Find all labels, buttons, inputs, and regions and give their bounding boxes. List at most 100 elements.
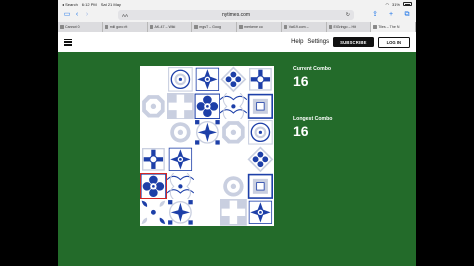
address-bar[interactable]: AA nytimes.com ↻ <box>118 10 354 20</box>
tile-cross-flower[interactable] <box>247 66 274 93</box>
empty-tile-slot <box>194 199 221 226</box>
url-text: nytimes.com <box>221 12 251 18</box>
browser-tab[interactable]: merkene co <box>237 22 282 32</box>
sidebar-icon[interactable]: ▭ <box>62 10 72 20</box>
browser-tab[interactable]: mill goro rit <box>103 22 148 32</box>
tile-flower-diamond[interactable] <box>247 145 274 173</box>
tile-pattern-icon <box>220 92 248 120</box>
browser-screen: ◂ Search 6:12 PM Sat 21 May ◠ 31% ▭ ‹ › … <box>58 0 416 266</box>
forward-icon[interactable]: › <box>82 10 92 20</box>
tile-pattern-icon <box>247 172 274 200</box>
menu-icon[interactable] <box>64 38 72 46</box>
wifi-icon: ◠ <box>385 1 389 7</box>
tile-pattern-icon <box>166 92 194 120</box>
tab-label: Vat19.com – <box>288 25 309 29</box>
new-tab-icon[interactable]: + <box>386 10 396 20</box>
battery-icon <box>403 2 412 6</box>
tab-label: mill goro rit <box>109 25 128 29</box>
tab-label: merkene co <box>244 25 263 29</box>
tile-pattern-icon <box>193 92 221 120</box>
tile-scallop-lattice[interactable] <box>166 172 194 200</box>
tile-cross-medallion[interactable] <box>166 199 194 226</box>
tile-grey-ring[interactable] <box>166 119 194 146</box>
status-bar: ◂ Search 6:12 PM Sat 21 May ◠ 31% <box>58 0 416 8</box>
favicon-icon <box>239 25 243 29</box>
favicon-icon <box>328 25 332 29</box>
share-icon[interactable]: ⇪ <box>370 10 380 20</box>
tile-pattern-icon <box>166 119 194 146</box>
longest-combo-value: 16 <box>293 123 309 139</box>
tile-pattern-icon <box>140 199 167 226</box>
tile-pattern-icon <box>193 66 221 93</box>
help-link[interactable]: Help <box>291 39 303 45</box>
tile-pattern-icon <box>247 119 274 146</box>
tile-pattern-icon <box>220 119 248 146</box>
tile-pattern-icon <box>166 145 194 173</box>
subscribe-button[interactable]: SUBSCRIBE <box>333 37 374 47</box>
tile-pattern-icon <box>247 66 274 93</box>
longest-combo-label: Longest Combo <box>293 116 333 122</box>
tile-scallop-lattice[interactable] <box>220 92 248 120</box>
tile-white-cross[interactable] <box>166 92 194 120</box>
tile-pattern-icon <box>220 172 248 200</box>
empty-tile-slot <box>194 146 221 173</box>
nyt-header: Help Settings SUBSCRIBE LOG IN <box>58 32 416 52</box>
tile-ring-grid[interactable] <box>166 66 194 93</box>
tab-label: mgsT – Goog <box>199 25 221 29</box>
browser-tab[interactable]: Vat19.com – <box>282 22 327 32</box>
settings-link[interactable]: Settings <box>307 39 329 45</box>
status-date: Sat 21 May <box>100 1 121 7</box>
empty-tile-slot <box>140 66 167 93</box>
tile-flower-diamond[interactable] <box>220 66 248 93</box>
tile-pattern-icon <box>193 119 221 146</box>
favicon-icon <box>104 25 109 29</box>
tile-dark-quatrefoil[interactable] <box>193 92 221 120</box>
browser-tab[interactable]: Cannot 0 <box>58 22 103 32</box>
tile-pattern-icon <box>220 66 248 93</box>
tile-star-medallion[interactable] <box>247 199 274 226</box>
tile-pattern-icon <box>247 145 274 173</box>
tile-star-medallion[interactable] <box>166 145 194 173</box>
login-button[interactable]: LOG IN <box>377 36 410 48</box>
favicon-icon <box>149 25 153 29</box>
tile-grey-octagon[interactable] <box>140 92 167 120</box>
tile-pattern-icon <box>247 92 274 120</box>
tile-border-square[interactable] <box>247 172 274 200</box>
tile-cross-medallion[interactable] <box>193 119 221 146</box>
current-combo-value: 16 <box>293 73 309 89</box>
battery-percent: 31% <box>391 1 400 7</box>
tiles-game-board <box>140 66 274 226</box>
browser-tab[interactable]: mgsT – Goog <box>192 22 237 32</box>
tile-pattern-icon <box>140 92 167 120</box>
tile-star-medallion[interactable] <box>193 66 221 93</box>
browser-tab[interactable]: Tiles – The N <box>371 22 416 32</box>
tile-corner-fleur[interactable] <box>140 199 167 226</box>
tile-pattern-icon <box>166 66 194 93</box>
tab-bar: Cannot 0 mill goro rit AK-47 – Wiki mgsT – … <box>58 22 416 32</box>
current-combo-label: Current Combo <box>293 66 332 72</box>
status-time: 6:12 PM <box>81 1 97 7</box>
tile-ring-grid[interactable] <box>247 119 274 146</box>
tile-pattern-icon <box>247 199 274 226</box>
favicon-icon <box>60 25 64 29</box>
tile-grey-octagon[interactable] <box>220 119 248 146</box>
browser-tab[interactable]: ElGringo – Hit <box>327 22 372 32</box>
tile-cross-flower[interactable] <box>140 145 167 173</box>
tile-pattern-icon <box>220 199 248 226</box>
back-to-search-label[interactable]: ◂ Search <box>62 2 78 7</box>
tile-grey-ring[interactable] <box>220 172 248 200</box>
tile-pattern-icon <box>140 172 167 200</box>
browser-tab[interactable]: AK-47 – Wiki <box>148 22 193 32</box>
tabs-overview-icon[interactable]: ⧉ <box>402 10 412 20</box>
empty-tile-slot <box>220 146 247 173</box>
tab-label: Tiles – The N <box>378 25 400 29</box>
tile-pattern-icon <box>166 199 194 226</box>
tile-border-square[interactable] <box>247 92 274 120</box>
tile-dark-quatrefoil[interactable] <box>140 172 167 200</box>
safari-toolbar: ▭ ‹ › AA nytimes.com ↻ ⇪ + ⧉ <box>58 8 416 22</box>
back-icon[interactable]: ‹ <box>72 10 82 20</box>
favicon-icon <box>194 25 198 29</box>
tile-white-cross[interactable] <box>220 199 248 226</box>
empty-tile-slot <box>194 173 221 200</box>
ipad-frame: ◂ Search 6:12 PM Sat 21 May ◠ 31% ▭ ‹ › … <box>0 0 474 266</box>
